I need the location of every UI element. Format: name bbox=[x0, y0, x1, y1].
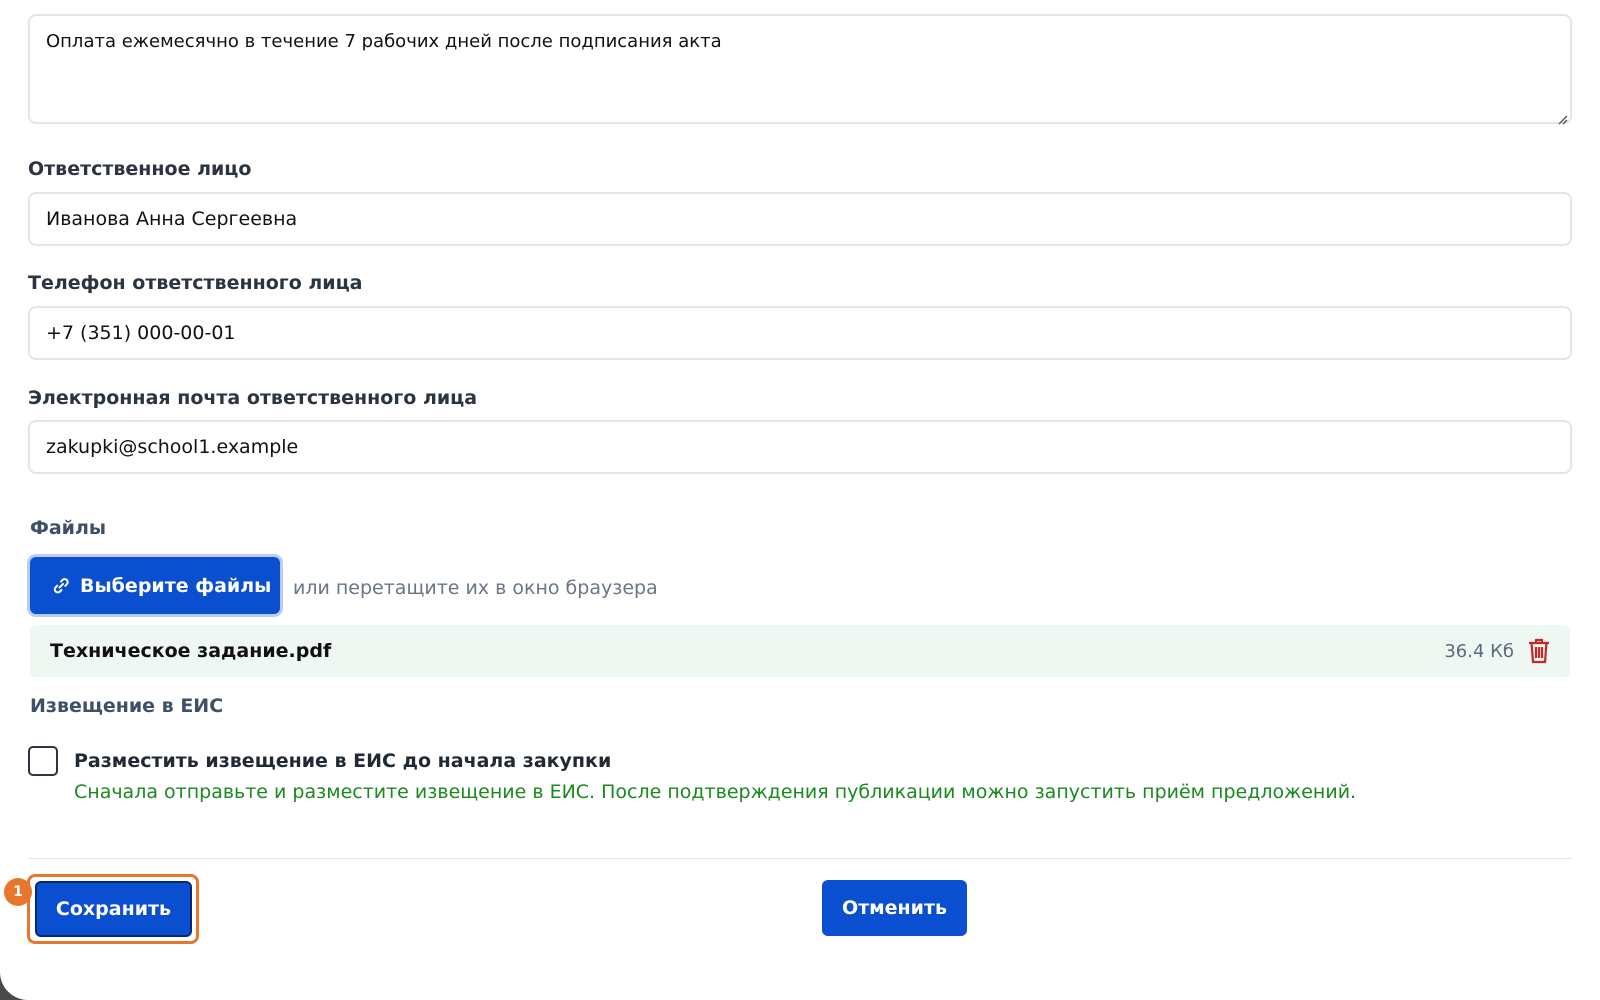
choose-files-button[interactable]: Выберите файлы bbox=[30, 557, 280, 614]
choose-files-label: Выберите файлы bbox=[80, 574, 272, 597]
responsible-email-input[interactable]: zakupki@school1.example bbox=[28, 420, 1572, 474]
link-icon bbox=[52, 576, 70, 596]
responsible-phone-input[interactable]: +7 (351) 000-00-01 bbox=[28, 306, 1572, 360]
cancel-button[interactable]: Отменить bbox=[822, 880, 967, 936]
trash-icon[interactable] bbox=[1528, 638, 1550, 664]
eis-section-label: Извещение в ЕИС bbox=[30, 695, 224, 717]
responsible-email-label: Электронная почта ответственного лица bbox=[28, 387, 478, 409]
files-label: Файлы bbox=[30, 517, 107, 539]
divider bbox=[28, 858, 1572, 859]
save-button[interactable]: Сохранить bbox=[35, 881, 192, 937]
file-name: Техническое задание.pdf bbox=[50, 640, 332, 662]
payment-terms-textarea[interactable]: Оплата ежемесячно в течение 7 рабочих дн… bbox=[28, 14, 1572, 125]
responsible-person-label: Ответственное лицо bbox=[28, 158, 252, 180]
file-item: Техническое задание.pdf 36.4 Кб bbox=[30, 625, 1570, 677]
form-page: Оплата ежемесячно в течение 7 рабочих дн… bbox=[0, 0, 1600, 1000]
eis-checkbox-label[interactable]: Разместить извещение в ЕИС до начала зак… bbox=[74, 750, 611, 772]
file-size: 36.4 Кб bbox=[1444, 640, 1514, 662]
drop-hint: или перетащите их в окно браузера bbox=[293, 577, 658, 599]
resize-handle-icon[interactable] bbox=[1556, 108, 1568, 125]
eis-checkbox[interactable] bbox=[28, 746, 58, 776]
responsible-person-input[interactable]: Иванова Анна Сергеевна bbox=[28, 192, 1572, 246]
responsible-phone-label: Телефон ответственного лица bbox=[28, 272, 363, 294]
step-badge: 1 bbox=[4, 878, 32, 906]
eis-hint: Сначала отправьте и разместите извещение… bbox=[74, 781, 1357, 803]
payment-terms-text: Оплата ежемесячно в течение 7 рабочих дн… bbox=[46, 31, 722, 52]
